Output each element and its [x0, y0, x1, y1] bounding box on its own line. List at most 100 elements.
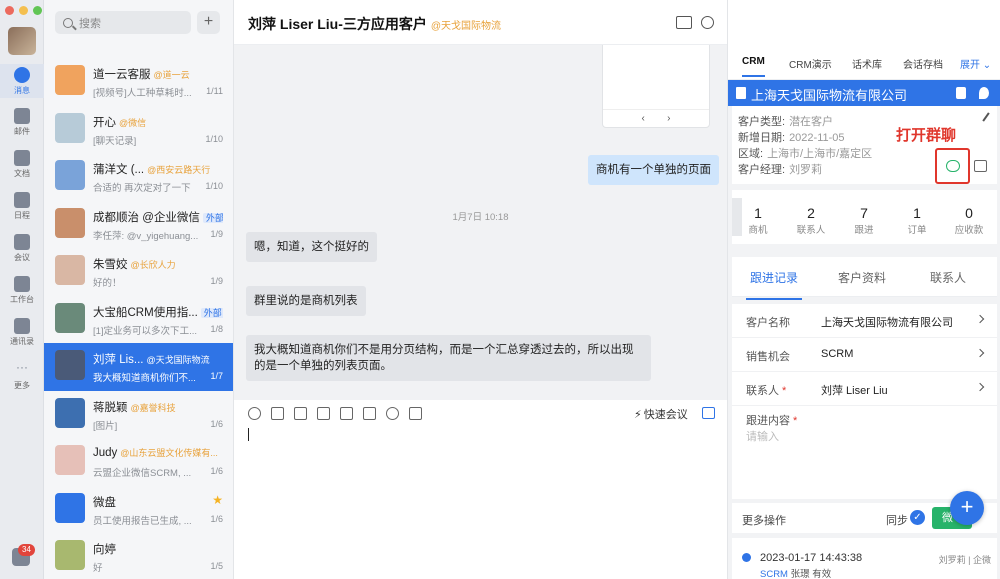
- conversation-name: 道一云客服 @道一云: [93, 66, 190, 82]
- expand-button[interactable]: 展开 ⌄: [960, 56, 991, 71]
- conversation-item[interactable]: 刘萍 Lis... @天戈国际物流 我大概知道商机你们不... 1/7: [44, 343, 233, 391]
- detail-row: 客户类型: 潜在客户: [738, 113, 833, 129]
- conversation-item[interactable]: Judy @山东云盟文化传媒有... 云盟企业微信SCRM, ... 1/6: [44, 438, 233, 486]
- stat-contacts[interactable]: 2 联系人: [785, 205, 837, 236]
- rail-item-label: 日程: [14, 211, 30, 220]
- conversation-item[interactable]: 开心 @微信 [聊天记录] 1/10: [44, 106, 233, 154]
- tab-contacts[interactable]: 联系人: [930, 269, 966, 286]
- conversation-item[interactable]: 微盘 员工使用报告已生成, ... 1/6 ★: [44, 486, 233, 534]
- conversation-item[interactable]: 蒋脱颖 @嘉誉科技 [图片] 1/6: [44, 391, 233, 439]
- rail-item-workbench[interactable]: 工作台: [0, 276, 44, 305]
- emoji-icon[interactable]: [248, 406, 261, 420]
- chat-bubble-icon[interactable]: [409, 406, 422, 420]
- message-area: ‹ › 商机有一个单独的页面 1月7日 10:18 嗯，知道，这个挺好的 群里说…: [234, 45, 727, 400]
- maximize-window-button[interactable]: [33, 6, 42, 15]
- conversation-item[interactable]: 朱雪姣 @长欣人力 好的！ 1/9: [44, 248, 233, 296]
- rail-item-mail[interactable]: 邮件: [0, 108, 44, 137]
- form-row-opportunity[interactable]: 销售机会 SCRM: [732, 338, 997, 372]
- detail-value: 刘罗莉: [789, 164, 823, 176]
- open-group-chat-button[interactable]: [935, 148, 970, 184]
- quick-meeting-label: 快速会议: [643, 409, 688, 421]
- conversation-item[interactable]: 大宝船CRM使用指... 外部 [1]定业务可以多次下工... 1/8: [44, 296, 233, 344]
- conversation-org: @天戈国际物流: [146, 355, 210, 365]
- rail-item-label: 消息: [14, 86, 30, 95]
- report-icon[interactable]: [974, 160, 987, 172]
- bolt-icon: ⚡: [634, 409, 642, 421]
- rail-item-label: 会议: [14, 253, 30, 262]
- stat-receivables[interactable]: 0 应收款: [943, 205, 995, 236]
- conversation-name: Judy @山东云盟文化传媒有...: [93, 446, 218, 459]
- add-fab-button[interactable]: +: [950, 491, 984, 525]
- document-icon[interactable]: [317, 406, 330, 420]
- close-window-button[interactable]: [5, 6, 14, 15]
- search-input[interactable]: 搜索: [55, 11, 191, 34]
- rail-item-calendar[interactable]: 日程: [0, 192, 44, 221]
- image-icon[interactable]: [294, 406, 307, 420]
- location-icon[interactable]: [979, 87, 989, 99]
- stat-number: 1: [754, 205, 762, 221]
- shield-icon[interactable]: [956, 87, 966, 99]
- followup-content-label-text: 跟进内容: [746, 415, 790, 427]
- stat-label: 订单: [907, 225, 927, 236]
- more-actions-button[interactable]: 更多操作: [742, 512, 786, 528]
- add-member-icon[interactable]: [701, 16, 714, 29]
- conversation-name: 向婷: [93, 541, 116, 557]
- rail-item-label: 邮件: [14, 127, 30, 136]
- minimize-window-button[interactable]: [19, 6, 28, 15]
- form-row-customer[interactable]: 客户名称 上海天戈国际物流有限公司: [732, 304, 997, 338]
- my-avatar[interactable]: [8, 27, 36, 55]
- message-bubble[interactable]: 商机有一个单独的页面: [588, 155, 719, 185]
- conversation-date: 1/9: [210, 276, 223, 286]
- conversation-name: 成都顺治 @企业微信 外部: [93, 209, 223, 225]
- sync-checkbox[interactable]: ✓: [910, 510, 925, 525]
- folder-icon[interactable]: [363, 406, 376, 420]
- rail-item-label: 文档: [14, 169, 30, 178]
- conversation-item[interactable]: 向婷好 1/5: [44, 533, 233, 579]
- image-message[interactable]: ‹ ›: [602, 45, 710, 128]
- crm-tabs: CRM CRM演示 话术库 会话存档 展开 ⌄: [728, 45, 1000, 80]
- tab-crm[interactable]: CRM: [742, 56, 765, 77]
- field-label-text: 销售机会: [746, 351, 790, 363]
- conversation-item[interactable]: 成都顺治 @企业微信 外部 李任萍: @v_yigehuang... 1/9: [44, 201, 233, 249]
- rail-item-messages[interactable]: 消息: [0, 64, 44, 98]
- add-button[interactable]: +: [197, 11, 220, 34]
- stat-orders[interactable]: 1 订单: [891, 205, 943, 236]
- conversation-name-text: 朱雪姣: [93, 259, 128, 271]
- field-label-text: 联系人: [746, 385, 779, 397]
- followup-content-input[interactable]: 请输入: [746, 428, 779, 444]
- rail-item-more[interactable]: ··· 更多: [0, 360, 44, 391]
- avatar: [55, 112, 85, 143]
- quick-meeting-button[interactable]: ⚡ 快速会议: [634, 406, 688, 422]
- conversation-name-text: 道一云客服: [93, 69, 151, 81]
- form-row-contact[interactable]: 联系人 * 刘萍 Liser Liu: [732, 372, 997, 406]
- edit-icon[interactable]: [982, 112, 990, 122]
- compose-input[interactable]: [248, 428, 249, 441]
- tab-crm-demo[interactable]: CRM演示: [789, 56, 832, 71]
- field-label: 联系人 *: [746, 382, 786, 398]
- rail-item-meeting[interactable]: 会议: [0, 234, 44, 263]
- more-dots-icon: ···: [16, 360, 28, 374]
- stat-followups[interactable]: 7 跟进: [838, 205, 890, 236]
- message-bubble[interactable]: 嗯，知道，这个挺好的: [246, 232, 377, 262]
- conversation-item[interactable]: 蒲洋文 (... @西安云路天行 合适的 再次定对了一下 1/10: [44, 153, 233, 201]
- message-bubble[interactable]: 我大概知道商机你们不是用分页结构，而是一个汇总穿透过去的，所以出现的是一个单独的…: [246, 335, 651, 381]
- side-panel-toggle-icon[interactable]: [702, 407, 715, 419]
- tab-followup-records[interactable]: 跟进记录: [745, 269, 803, 300]
- phone-icon[interactable]: [386, 406, 399, 420]
- tab-archive[interactable]: 会话存档: [903, 56, 943, 71]
- conversation-item[interactable]: 道一云客服 @道一云 [视频号]人工种草耗时... 1/11: [44, 58, 233, 106]
- message-bubble[interactable]: 群里说的是商机列表: [246, 286, 366, 316]
- followup-log-entry[interactable]: 2023-01-17 14:43:38 刘罗莉 | 企微 SCRM 张璟 有效: [732, 538, 997, 579]
- stat-opportunity[interactable]: 1 商机: [732, 205, 784, 236]
- tab-scripts[interactable]: 话术库: [852, 56, 882, 71]
- video-call-icon[interactable]: [676, 16, 692, 29]
- rail-item-contacts[interactable]: 通讯录: [0, 318, 44, 347]
- detail-tabs: 跟进记录 客户资料 联系人: [732, 257, 997, 300]
- stat-number: 0: [965, 205, 973, 221]
- rail-item-docs[interactable]: 文档: [0, 150, 44, 179]
- tab-customer-profile[interactable]: 客户资料: [838, 269, 886, 286]
- checklist-icon[interactable]: [340, 406, 353, 420]
- stat-number: 1: [913, 205, 921, 221]
- scissors-icon[interactable]: [271, 406, 284, 420]
- chat-pane: 刘萍 Liser Liu-三方应用客户 @天戈国际物流 ‹ › 商机有一个单独的页…: [234, 0, 727, 579]
